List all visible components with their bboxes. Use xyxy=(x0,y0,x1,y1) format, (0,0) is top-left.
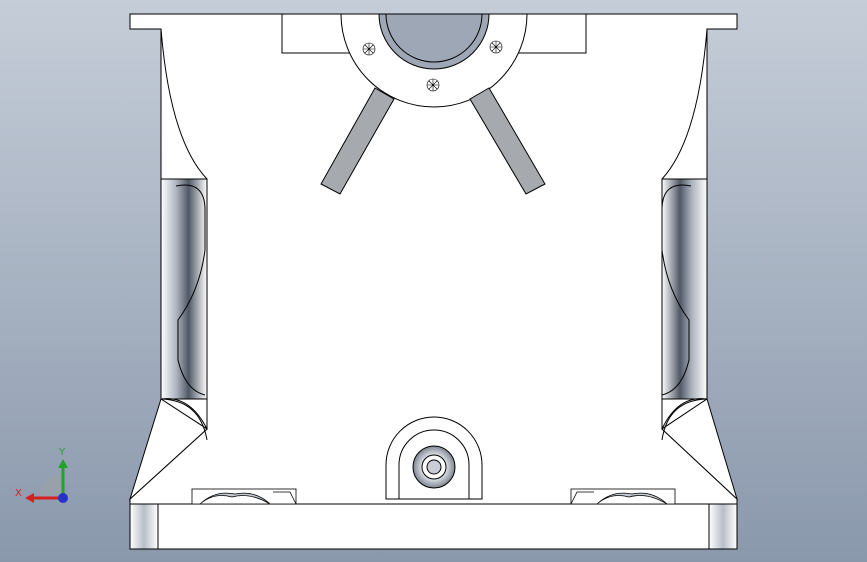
bottom-channel-right xyxy=(570,488,676,505)
base-end-right xyxy=(708,503,738,550)
base-plate xyxy=(129,503,738,550)
base-end-left xyxy=(129,503,159,550)
graphics-viewport[interactable]: Y X xyxy=(0,0,867,562)
triad-y-label: Y xyxy=(58,447,66,458)
model-view[interactable]: Y X xyxy=(0,0,867,562)
bottom-channel-left xyxy=(191,488,297,505)
triad-x-label: X xyxy=(15,488,22,499)
z-axis-icon xyxy=(58,493,68,503)
